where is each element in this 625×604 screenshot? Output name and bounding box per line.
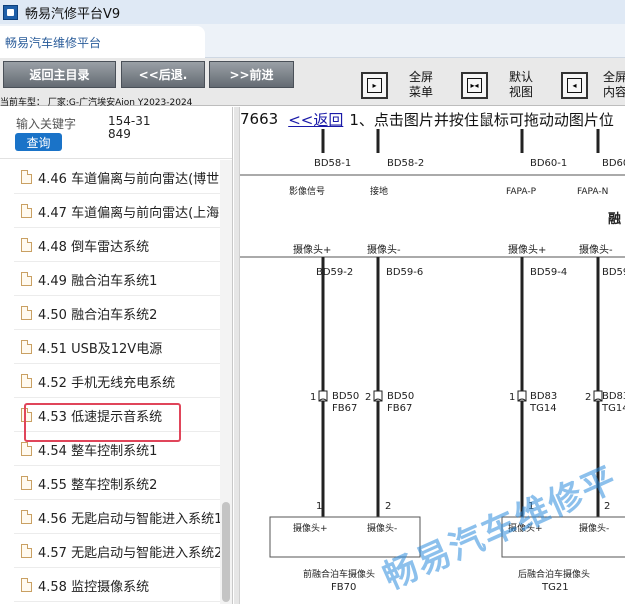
connector-pin: 1 <box>310 392 316 403</box>
connector-code: TG14 <box>529 403 557 414</box>
device-code: FB70 <box>331 582 356 593</box>
fullscreen-menu-button[interactable]: ▸ <box>361 72 388 99</box>
document-icon <box>21 340 32 354</box>
content-header: 7663 <<返回 1、点击图片并按住鼠标可拖动动图片位 <box>240 108 614 130</box>
document-icon <box>21 374 32 388</box>
back-button[interactable]: <<后退. <box>121 61 205 88</box>
connector-marker <box>318 390 328 402</box>
list-item[interactable]: 4.46 车道偏离与前向雷达(博世) <box>0 160 220 194</box>
connector-code: BD83 <box>530 391 557 402</box>
signal-label: 接地 <box>370 185 388 197</box>
document-icon <box>21 272 32 286</box>
document-icon <box>21 408 32 422</box>
signal-label: 摄像头+ <box>293 243 331 256</box>
pin-label: BD60-1 <box>530 158 567 169</box>
list-item[interactable]: 4.51 USB及12V电源 <box>0 330 220 364</box>
list-scrollbar[interactable] <box>220 160 232 604</box>
connector-pin: 2 <box>365 392 371 403</box>
fullscreen-menu-icon: ▸ <box>367 78 382 93</box>
signal-label: 摄像头- <box>579 243 613 256</box>
pin-label: BD58-1 <box>314 158 351 169</box>
list-item[interactable]: 4.49 融合泊车系统1 <box>0 262 220 296</box>
fullscreen-menu-label: 全屏 菜单 <box>408 70 433 99</box>
pin-label: BD58-2 <box>387 158 424 169</box>
forward-button[interactable]: >>前进 <box>209 61 294 88</box>
window-titlebar: 畅易汽修平台V9 <box>0 0 625 24</box>
connector-pin: 2 <box>585 392 591 403</box>
device-signal: 摄像头+ <box>293 522 328 534</box>
connector-code: BD50 <box>387 391 414 402</box>
list-item[interactable]: 4.58 监控摄像系统 <box>0 568 220 602</box>
content-panel: 7663 <<返回 1、点击图片并按住鼠标可拖动动图片位 BD58-1 BD58… <box>234 107 625 604</box>
document-icon <box>21 170 32 184</box>
list-item-selected[interactable]: 4.50 融合泊车系统2 <box>0 296 220 330</box>
pin-label: BD59-4 <box>530 267 567 278</box>
connector-code: FB67 <box>387 403 412 414</box>
connector-code: BD83 <box>602 391 625 402</box>
tab-bar: 畅易汽车维修平台 <box>0 24 625 58</box>
search-button[interactable]: 查询 <box>15 133 62 151</box>
list-item[interactable]: 4.48 倒车雷达系统 <box>0 228 220 262</box>
connector-code: FB67 <box>332 403 357 414</box>
signal-label: 影像信号 <box>289 185 325 197</box>
toolbar: 返回主目录 <<后退. >>前进 ▸ 全屏 菜单 ▸◂ 默认 视图 ◂ 全屏 内… <box>0 58 625 108</box>
document-icon <box>21 510 32 524</box>
device-pin: 2 <box>385 501 391 512</box>
search-input[interactable]: 154-31849 <box>108 115 153 141</box>
fullscreen-content-button[interactable]: ◂ <box>561 72 588 99</box>
device-code: TG21 <box>541 582 569 593</box>
window-title: 畅易汽修平台V9 <box>25 6 121 22</box>
default-view-label: 默认 视图 <box>508 70 533 99</box>
connector-marker <box>593 390 603 402</box>
list-item[interactable]: 4.53 低速提示音系统 <box>0 398 220 432</box>
list-item[interactable]: 4.47 车道偏离与前向雷达(上海 <box>0 194 220 228</box>
device-name: 后融合泊车摄像头 <box>518 568 590 580</box>
search-label: 输入关键字 <box>16 117 77 131</box>
default-view-icon: ▸◂ <box>467 78 482 93</box>
doc-number: 7663 <box>240 110 279 128</box>
document-icon <box>21 238 32 252</box>
pin-label: BD59-2 <box>316 267 353 278</box>
left-panel: 输入关键字 154-31849 查询 4.46 车道偏离与前向雷达(博世) 4.… <box>0 107 233 604</box>
default-view-button[interactable]: ▸◂ <box>461 72 488 99</box>
app-icon <box>3 4 18 20</box>
document-icon <box>21 476 32 490</box>
document-icon <box>21 578 32 592</box>
fullscreen-content-label: 全屏 内容 <box>603 70 625 99</box>
list-item[interactable]: 4.56 无匙启动与智能进入系统1 <box>0 500 220 534</box>
instruction-text: 1、点击图片并按住鼠标可拖动动图片位 <box>349 110 614 129</box>
document-icon <box>21 544 32 558</box>
list-item[interactable]: 4.57 无匙启动与智能进入系统2 <box>0 534 220 568</box>
back-to-main-button[interactable]: 返回主目录 <box>3 61 116 88</box>
tab-main[interactable]: 畅易汽车维修平台 <box>0 26 205 58</box>
document-icon <box>21 306 32 320</box>
list-item[interactable]: 4.54 整车控制系统1 <box>0 432 220 466</box>
list-scrollbar-thumb[interactable] <box>222 502 230 602</box>
list-item[interactable]: 4.52 手机无线充电系统 <box>0 364 220 398</box>
signal-label: FAPA-N <box>577 187 608 197</box>
document-icon <box>21 204 32 218</box>
signal-label: FAPA-P <box>506 187 537 197</box>
device-signal: 摄像头- <box>579 522 609 534</box>
search-area: 输入关键字 154-31849 查询 <box>0 107 232 159</box>
pin-label: BD59-5 <box>602 267 625 278</box>
connector-code: BD50 <box>332 391 359 402</box>
pin-label: BD60 <box>602 158 625 169</box>
module-title: 融 <box>608 211 621 227</box>
device-pin: 1 <box>316 501 322 512</box>
signal-label: 摄像头+ <box>508 243 546 256</box>
device-signal: 摄像头- <box>367 522 397 534</box>
document-icon <box>21 442 32 456</box>
connector-marker <box>373 390 383 402</box>
fullscreen-content-icon: ◂ <box>567 78 582 93</box>
chapter-list: 4.46 车道偏离与前向雷达(博世) 4.47 车道偏离与前向雷达(上海 4.4… <box>0 160 220 602</box>
back-link[interactable]: <<返回 <box>288 109 343 130</box>
connector-code: TG14 <box>601 403 625 414</box>
device-name: 前融合泊车摄像头 <box>303 568 375 580</box>
connector-marker <box>517 390 527 402</box>
pin-label: BD59-6 <box>386 267 423 278</box>
signal-label: 摄像头- <box>367 243 401 256</box>
list-item[interactable]: 4.55 整车控制系统2 <box>0 466 220 500</box>
connector-pin: 1 <box>509 392 515 403</box>
